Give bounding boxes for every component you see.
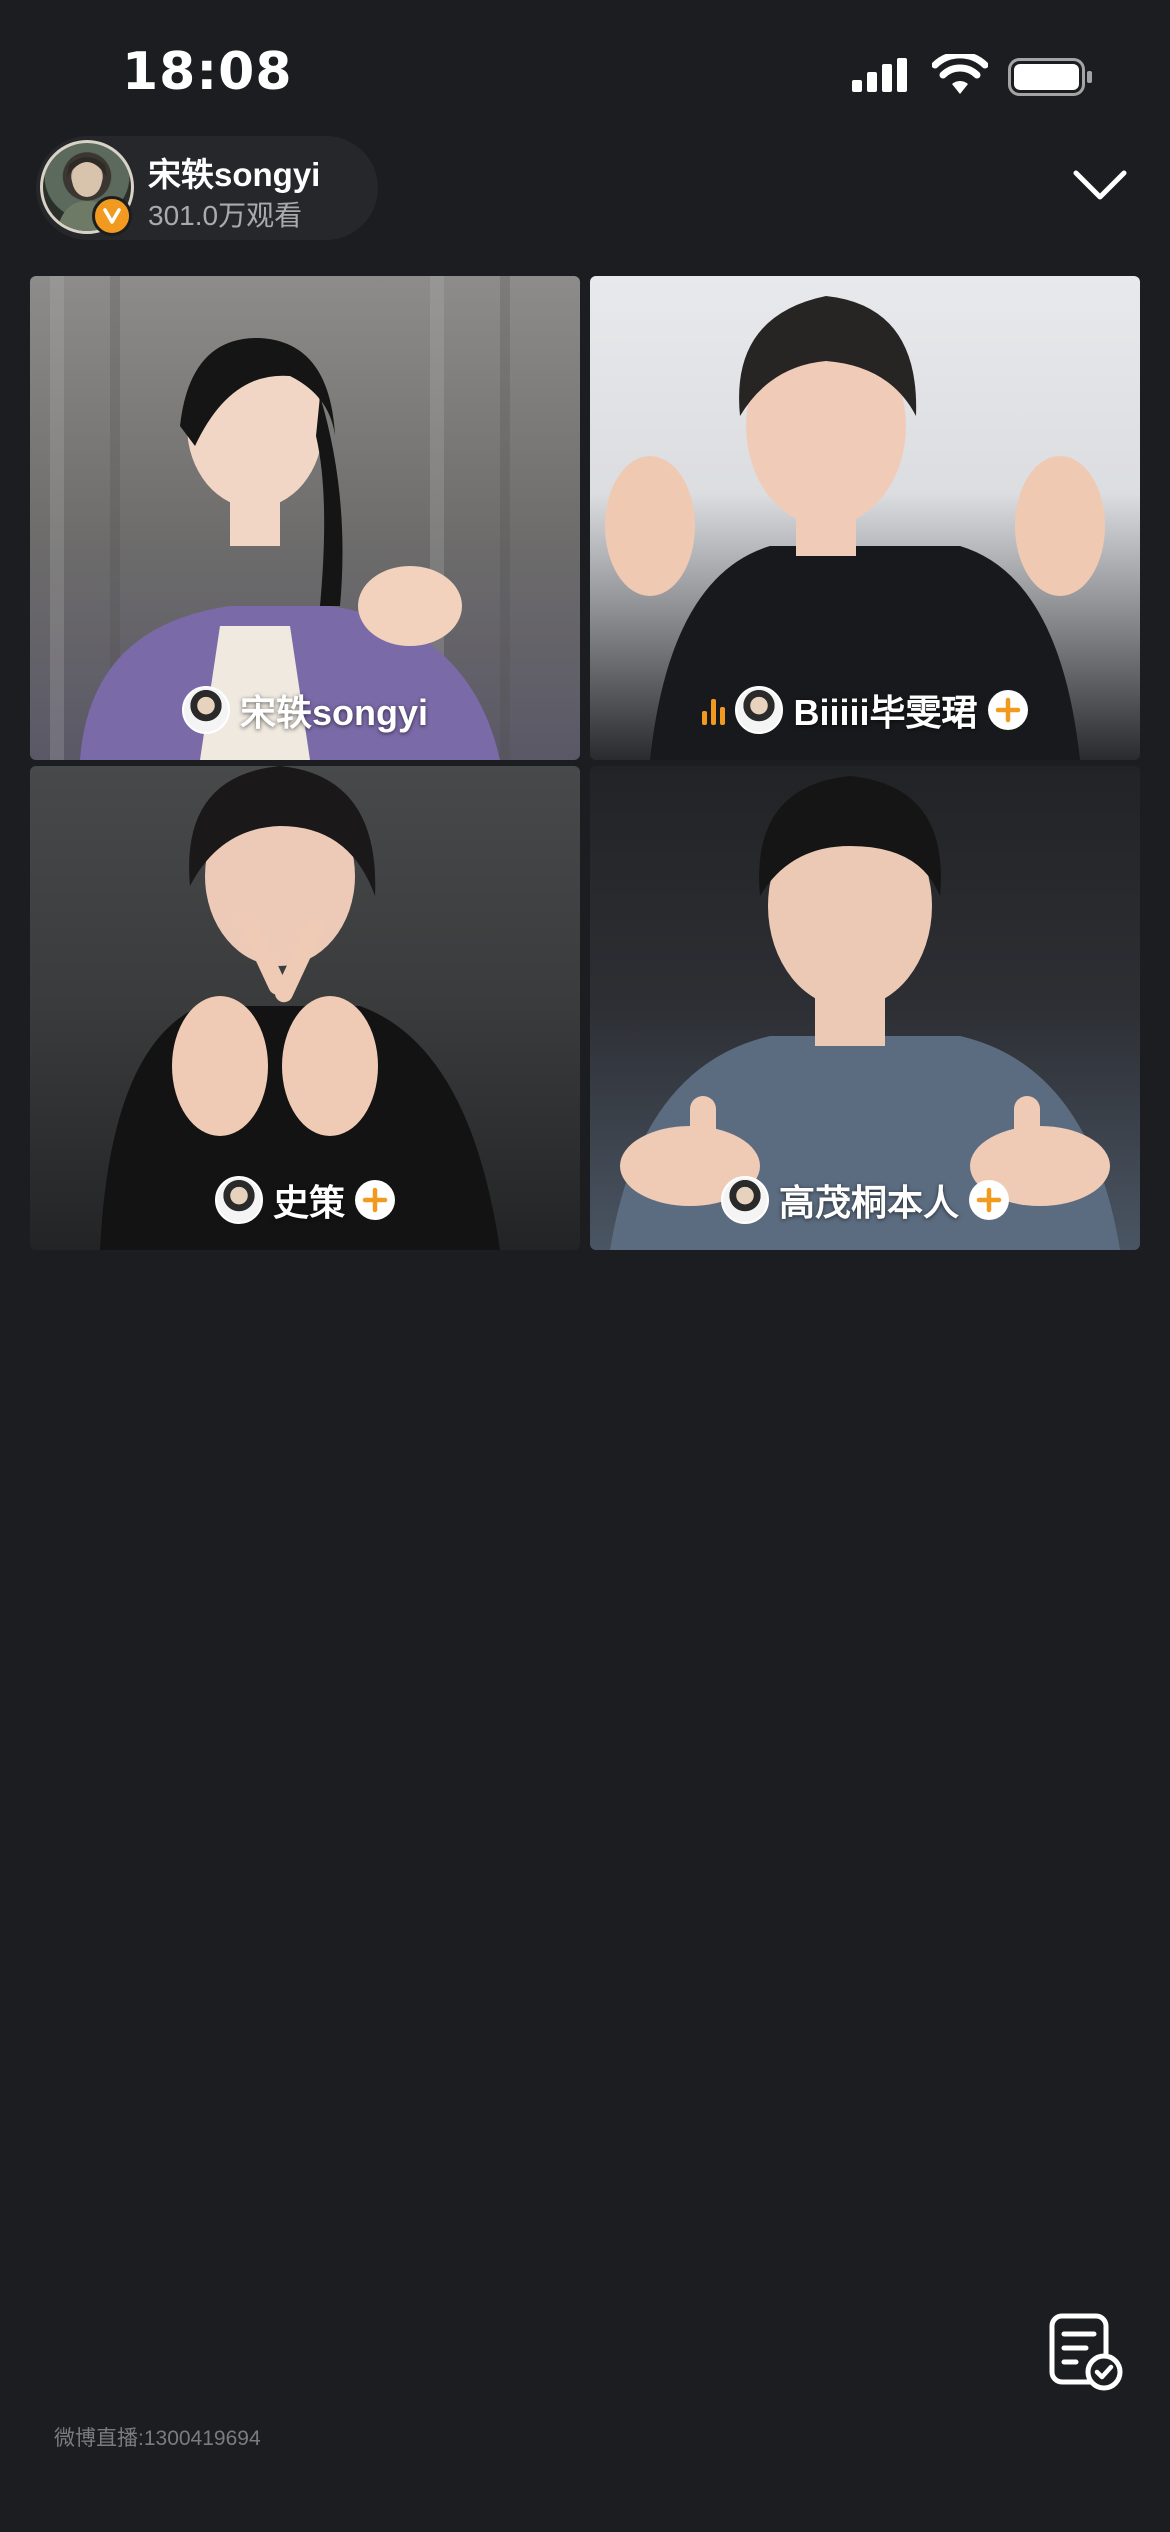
plus-icon [976,1187,1002,1213]
participant-label: 宋轶songyi [30,684,580,736]
participant-avatar[interactable] [181,686,230,734]
participant-label: 高茂桐本人 [590,1174,1140,1226]
participant-avatar[interactable] [214,1176,263,1224]
live-room-page: 18:08 宋轶songyi 301.0万观看 宋轶songyi Biiiii毕… [0,0,1170,2532]
signal-icon [852,58,907,92]
viewer-count: 301.0万观看 [148,200,303,231]
participant-label: 史策 [30,1174,580,1226]
plus-icon [995,697,1020,723]
notes-button[interactable] [1046,2310,1124,2394]
video-tile[interactable]: 史策 [30,766,580,1250]
video-tile[interactable]: Biiiii毕雯珺 [590,276,1140,760]
notes-check-icon [1049,2313,1123,2391]
participant-avatar[interactable] [720,1176,769,1224]
wifi-icon [932,54,988,94]
status-bar: 18:08 [0,0,1170,130]
plus-icon [362,1187,388,1213]
battery-icon [1008,58,1092,96]
room-id: 微博直播:1300419694 [54,2427,261,2450]
participant-avatar[interactable] [735,686,784,734]
video-tile[interactable]: 宋轶songyi [30,276,580,760]
participant-name[interactable]: Biiiii毕雯珺 [793,684,977,736]
status-time: 18:08 [122,42,293,102]
collapse-button[interactable] [1064,152,1136,218]
follow-button[interactable] [355,1180,395,1220]
participant-name[interactable]: 宋轶songyi [240,684,428,736]
speaking-icon [702,695,726,725]
participant-name[interactable]: 高茂桐本人 [779,1174,959,1226]
chevron-down-icon [1073,170,1127,200]
host-name[interactable]: 宋轶songyi [148,148,320,196]
verified-icon [92,196,132,236]
video-tile[interactable]: 高茂桐本人 [590,766,1140,1250]
follow-button[interactable] [987,690,1028,730]
participant-name[interactable]: 史策 [273,1174,345,1226]
participant-label: Biiiii毕雯珺 [590,684,1140,736]
follow-button[interactable] [969,1180,1009,1220]
